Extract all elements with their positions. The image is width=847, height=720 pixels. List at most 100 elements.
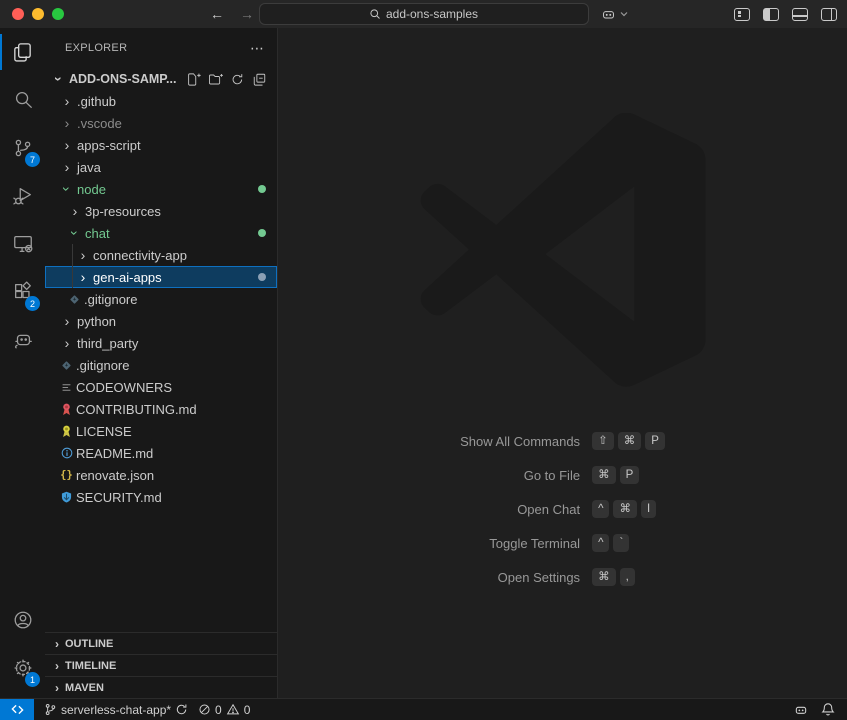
tree-item-gitignore[interactable]: .gitignore [45,354,277,376]
errors-icon [198,703,211,716]
source-control-badge: 7 [25,152,40,167]
tree-item-chat[interactable]: ›chat [45,222,277,244]
copilot-menu-button[interactable] [600,6,629,23]
more-actions-icon[interactable]: ⋯ [250,40,265,57]
explorer-sidebar: EXPLORER ⋯ › ADD-ONS-SAMP... ›.github ›.… [45,28,278,698]
minimize-window-button[interactable] [32,8,44,20]
indent-guide [72,244,73,266]
tree-item-codeowners[interactable]: CODEOWNERS [45,376,277,398]
panel-maven[interactable]: ›MAVEN [45,676,277,698]
explorer-files-icon [11,41,34,64]
editor-area: Show All Commands ⇧⌘P Go to File ⌘P Open… [278,28,847,698]
activity-remote-explorer[interactable] [0,220,45,268]
tree-item-gen-ai-apps[interactable]: ›gen-ai-apps [45,266,277,288]
close-window-button[interactable] [12,8,24,20]
list-file-icon [59,380,74,395]
git-modified-dot [258,229,266,237]
key: ` [613,534,629,552]
search-icon [369,8,381,20]
title-bar: ← → add-ons-samples [0,0,847,28]
activity-source-control[interactable]: 7 [0,124,45,172]
ribbon-yellow-icon [59,424,74,439]
tree-item-node[interactable]: ›node [45,178,277,200]
activity-explorer[interactable] [0,28,45,76]
key: ^ [592,534,609,552]
shortcut-label: Toggle Terminal [460,536,580,551]
tree-item-github[interactable]: ›.github [45,90,277,112]
tree-item-apps-script[interactable]: ›apps-script [45,134,277,156]
tree-item-python[interactable]: ›python [45,310,277,332]
panel-timeline[interactable]: ›TIMELINE [45,654,277,676]
key: ⌘ [592,466,616,484]
branch-name: serverless-chat-app* [61,703,171,717]
notifications-bell-icon[interactable] [821,702,835,717]
chevron-down-icon: › [67,225,83,241]
command-center-search[interactable]: add-ons-samples [259,3,589,25]
key: , [620,568,635,586]
tree-item-security-md[interactable]: SECURITY.md [45,486,277,508]
tree-item-third-party[interactable]: ›third_party [45,332,277,354]
chevron-right-icon: › [59,335,75,351]
problems-button[interactable]: 0 0 [198,703,250,717]
tree-item-contributing-md[interactable]: CONTRIBUTING.md [45,398,277,420]
activity-chat-assistant[interactable] [0,316,45,364]
settings-button[interactable]: 1 [0,644,45,692]
sync-icon [175,703,188,716]
json-braces-icon: {} [59,468,74,483]
refresh-icon[interactable] [230,72,245,87]
copilot-icon [600,6,617,23]
chevron-right-icon: › [59,137,75,153]
chevron-right-icon: › [75,247,91,263]
remote-explorer-icon [12,233,34,255]
account-icon [12,609,34,631]
new-folder-icon[interactable] [208,72,223,87]
tree-item-node-gitignore[interactable]: .gitignore [45,288,277,310]
chevron-right-icon: › [49,636,65,652]
activity-bar: 7 2 1 [0,28,45,698]
key: P [645,432,665,450]
chevron-right-icon: › [75,269,91,285]
warnings-count: 0 [244,703,251,717]
remote-icon [10,703,25,716]
run-debug-icon [12,185,34,207]
toggle-secondary-sidebar-icon[interactable] [821,8,837,21]
activity-extensions[interactable]: 2 [0,268,45,316]
watermark-shortcuts: Show All Commands ⇧⌘P Go to File ⌘P Open… [278,432,847,586]
ribbon-red-icon [59,402,74,417]
shortcut-label: Show All Commands [460,434,580,449]
settings-badge: 1 [25,672,40,687]
remote-indicator-button[interactable] [0,699,34,720]
chevron-right-icon: › [59,313,75,329]
gitignore-icon [67,292,82,307]
accounts-button[interactable] [0,596,45,644]
tree-item-renovate-json[interactable]: {}renovate.json [45,464,277,486]
tree-item-vscode[interactable]: ›.vscode [45,112,277,134]
tree-item-readme-md[interactable]: README.md [45,442,277,464]
tree-root-add-ons-samples[interactable]: › ADD-ONS-SAMP... [45,68,277,90]
chevron-right-icon: › [67,203,83,219]
toggle-panel-icon[interactable] [792,8,808,21]
copilot-status-icon[interactable] [793,702,809,718]
explorer-title: EXPLORER [65,42,127,54]
status-bar: serverless-chat-app* 0 0 [0,698,847,720]
tree-item-connectivity-app[interactable]: ›connectivity-app [45,244,277,266]
zoom-window-button[interactable] [52,8,64,20]
collapse-all-icon[interactable] [252,72,267,87]
chevron-down-icon: › [59,181,75,197]
tree-item-java[interactable]: ›java [45,156,277,178]
go-back-button[interactable]: ← [210,6,224,22]
new-file-icon[interactable] [186,72,201,87]
activity-run-debug[interactable] [0,172,45,220]
key: I [641,500,656,518]
chevron-right-icon: › [49,658,65,674]
go-forward-button[interactable]: → [240,6,254,22]
customize-layout-icon[interactable] [734,8,750,21]
tree-item-license[interactable]: LICENSE [45,420,277,442]
errors-count: 0 [215,703,222,717]
toggle-primary-sidebar-icon[interactable] [763,8,779,21]
activity-search[interactable] [0,76,45,124]
key: ^ [592,500,609,518]
panel-outline[interactable]: ›OUTLINE [45,632,277,654]
branch-status-button[interactable]: serverless-chat-app* [44,703,188,717]
tree-item-3p-resources[interactable]: ›3p-resources [45,200,277,222]
